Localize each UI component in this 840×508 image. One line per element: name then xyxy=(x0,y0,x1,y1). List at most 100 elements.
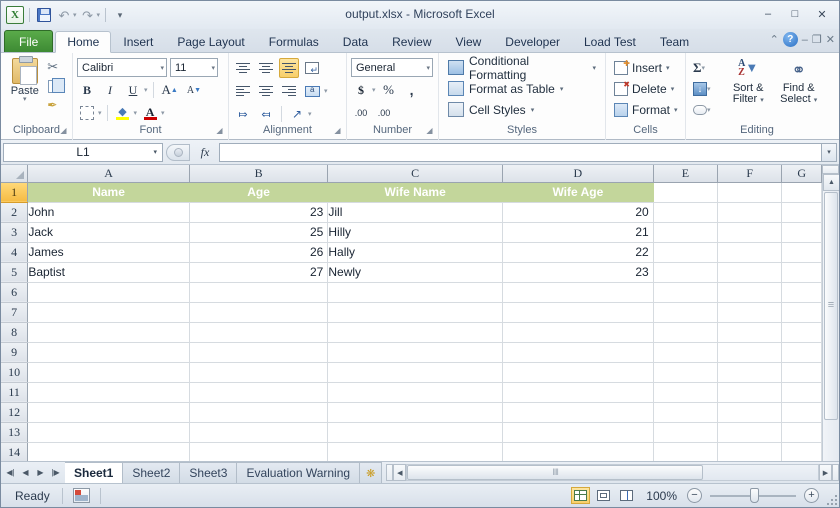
borders-dropdown-icon[interactable]: ▾ xyxy=(98,109,102,117)
cell-a11[interactable] xyxy=(27,382,190,403)
cell-g8[interactable] xyxy=(781,322,822,343)
cell-f5[interactable] xyxy=(717,262,783,283)
tab-home[interactable]: Home xyxy=(55,31,112,53)
cell-a9[interactable] xyxy=(27,342,190,363)
merge-dropdown-icon[interactable]: ▾ xyxy=(324,87,328,95)
select-all-corner[interactable] xyxy=(1,165,29,183)
align-left-button[interactable] xyxy=(233,81,253,101)
fill-color-dropdown-icon[interactable]: ▾ xyxy=(134,109,138,117)
cell-f1[interactable] xyxy=(717,182,783,203)
formula-input[interactable] xyxy=(219,142,821,162)
align-right-button[interactable] xyxy=(279,81,299,101)
accounting-dropdown-icon[interactable]: ▾ xyxy=(372,86,376,94)
conditional-formatting-button[interactable]: Conditional Formatting ▾ xyxy=(443,54,601,82)
row-header-12[interactable]: 12 xyxy=(1,402,29,423)
cell-c2[interactable]: Jill xyxy=(327,202,503,223)
percent-style-button[interactable]: % xyxy=(379,80,399,100)
cell-b9[interactable] xyxy=(189,342,329,363)
insert-worksheet-button[interactable]: ❋ xyxy=(360,462,383,483)
cell-e11[interactable] xyxy=(653,382,719,403)
cell-b4[interactable]: 26 xyxy=(189,242,329,263)
font-size-combo[interactable]: 11 ▾ xyxy=(170,58,218,77)
paste-button[interactable]: Paste ▾ xyxy=(5,56,45,124)
cell-f3[interactable] xyxy=(717,222,783,243)
cell-g6[interactable] xyxy=(781,282,822,303)
formula-bar-toggle[interactable] xyxy=(166,143,190,161)
row-header-8[interactable]: 8 xyxy=(1,322,29,343)
next-sheet-button[interactable]: ▶ xyxy=(34,468,47,477)
cell-e13[interactable] xyxy=(653,422,719,443)
zoom-slider[interactable] xyxy=(710,488,796,503)
tab-insert[interactable]: Insert xyxy=(111,30,165,52)
font-color-button[interactable]: A xyxy=(140,103,160,123)
cell-g12[interactable] xyxy=(781,402,822,423)
cell-d9[interactable] xyxy=(502,342,654,363)
cut-button[interactable]: ✂ xyxy=(47,59,65,75)
zoom-level[interactable]: 100% xyxy=(640,489,683,503)
underline-dropdown-icon[interactable]: ▾ xyxy=(144,86,148,94)
scroll-up-button[interactable]: ▲ xyxy=(823,174,839,191)
align-top-button[interactable] xyxy=(233,58,253,78)
chevron-down-icon[interactable]: ▾ xyxy=(702,64,706,72)
font-color-dropdown-icon[interactable]: ▾ xyxy=(161,109,165,117)
format-cells-button[interactable]: Format ▾ xyxy=(610,99,681,120)
format-as-table-button[interactable]: Format as Table ▾ xyxy=(443,78,601,99)
cell-g5[interactable] xyxy=(781,262,822,283)
horizontal-split-handle-right[interactable] xyxy=(832,464,839,481)
first-sheet-button[interactable]: ◀| xyxy=(4,468,17,477)
comma-style-button[interactable]: , xyxy=(402,80,422,100)
cell-b12[interactable] xyxy=(189,402,329,423)
cell-b6[interactable] xyxy=(189,282,329,303)
cell-g11[interactable] xyxy=(781,382,822,403)
wrap-text-button[interactable] xyxy=(302,58,322,78)
cell-c11[interactable] xyxy=(327,382,503,403)
cell-f7[interactable] xyxy=(717,302,783,323)
cell-d6[interactable] xyxy=(502,282,654,303)
row-header-9[interactable]: 9 xyxy=(1,342,29,363)
cell-e4[interactable] xyxy=(653,242,719,263)
cell-c8[interactable] xyxy=(327,322,503,343)
borders-button[interactable] xyxy=(77,103,97,123)
format-painter-button[interactable]: ✒ xyxy=(47,97,65,113)
cell-g9[interactable] xyxy=(781,342,822,363)
decrease-indent-button[interactable]: ⤇ xyxy=(233,104,253,124)
column-header-e[interactable]: E xyxy=(653,165,719,183)
cell-b2[interactable]: 23 xyxy=(189,202,329,223)
row-header-13[interactable]: 13 xyxy=(1,422,29,443)
cell-f11[interactable] xyxy=(717,382,783,403)
cell-e6[interactable] xyxy=(653,282,719,303)
cell-d10[interactable] xyxy=(502,362,654,383)
cell-c1[interactable]: Wife Name xyxy=(327,182,503,203)
number-format-combo[interactable]: General ▾ xyxy=(351,58,433,77)
doc-minimize-icon[interactable]: – xyxy=(802,34,808,46)
font-dialog-launcher-icon[interactable]: ◢ xyxy=(215,126,224,135)
cell-f6[interactable] xyxy=(717,282,783,303)
cell-g1[interactable] xyxy=(781,182,822,203)
cell-c3[interactable]: Hilly xyxy=(327,222,503,243)
cell-e7[interactable] xyxy=(653,302,719,323)
cell-f9[interactable] xyxy=(717,342,783,363)
column-header-g[interactable]: G xyxy=(781,165,822,183)
cell-styles-button[interactable]: Cell Styles ▾ xyxy=(443,99,601,120)
alignment-dialog-launcher-icon[interactable]: ◢ xyxy=(333,126,342,135)
clear-button[interactable]: ▾ xyxy=(690,99,723,120)
clipboard-dialog-launcher-icon[interactable]: ◢ xyxy=(59,126,68,135)
cell-e8[interactable] xyxy=(653,322,719,343)
cell-a14[interactable] xyxy=(27,442,190,461)
cell-d8[interactable] xyxy=(502,322,654,343)
cell-g4[interactable] xyxy=(781,242,822,263)
cell-a7[interactable] xyxy=(27,302,190,323)
cell-c14[interactable] xyxy=(327,442,503,461)
horizontal-split-handle[interactable] xyxy=(386,464,394,481)
cell-c6[interactable] xyxy=(327,282,503,303)
cell-c13[interactable] xyxy=(327,422,503,443)
row-header-14[interactable]: 14 xyxy=(1,442,29,461)
cell-a2[interactable]: John xyxy=(27,202,190,223)
cell-e12[interactable] xyxy=(653,402,719,423)
cell-d3[interactable]: 21 xyxy=(502,222,654,243)
align-center-button[interactable] xyxy=(256,81,276,101)
cell-a10[interactable] xyxy=(27,362,190,383)
cell-g13[interactable] xyxy=(781,422,822,443)
resize-grip[interactable] xyxy=(825,493,837,505)
cell-e14[interactable] xyxy=(653,442,719,461)
